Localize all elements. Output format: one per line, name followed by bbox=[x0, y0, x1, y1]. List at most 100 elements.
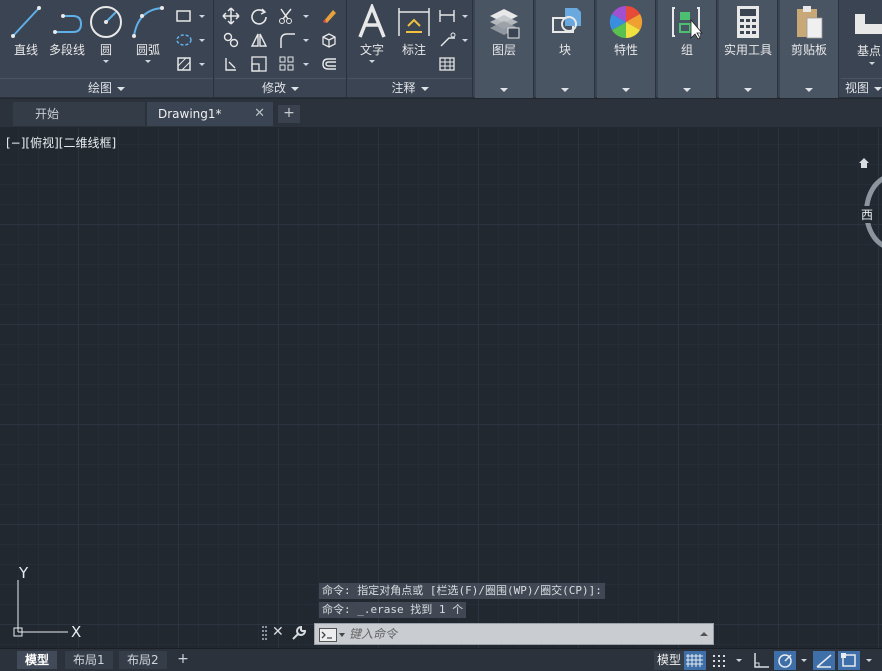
move-tool-button[interactable] bbox=[221, 6, 241, 26]
draw-panel: 直线 多段线 圆 圆弧 绘图 bbox=[0, 0, 214, 98]
chevron-down-icon[interactable] bbox=[339, 633, 345, 637]
mirror-tool-button[interactable] bbox=[249, 30, 269, 50]
stretch-tool-button[interactable] bbox=[221, 54, 241, 74]
drawing-canvas[interactable] bbox=[0, 128, 882, 648]
view-panel-title[interactable]: 视图 bbox=[845, 80, 882, 96]
modify-panel-title[interactable]: 修改 bbox=[215, 80, 346, 96]
leader-button[interactable] bbox=[437, 30, 457, 50]
terminal-icon[interactable] bbox=[319, 628, 337, 642]
array-tool-button[interactable] bbox=[277, 54, 297, 74]
chevron-down-icon[interactable] bbox=[303, 15, 309, 18]
grid-icon[interactable] bbox=[684, 651, 706, 670]
snap-icon[interactable] bbox=[710, 651, 730, 670]
chevron-down-icon[interactable] bbox=[199, 39, 205, 42]
chevron-down-icon[interactable] bbox=[145, 60, 151, 63]
chevron-down-icon[interactable] bbox=[866, 659, 872, 662]
linear-dimension-icon bbox=[439, 10, 455, 22]
isodraft-icon[interactable] bbox=[813, 651, 835, 670]
ucs-y-label: Y bbox=[18, 564, 29, 582]
chevron-down-icon[interactable] bbox=[869, 62, 875, 65]
offset-tool-button[interactable] bbox=[319, 54, 339, 74]
rotate-tool-button[interactable] bbox=[249, 6, 269, 26]
dimension-tool-label: 标注 bbox=[401, 43, 426, 57]
close-icon[interactable]: ✕ bbox=[254, 102, 265, 126]
tab-start[interactable]: 开始 bbox=[13, 102, 145, 126]
scale-tool-button[interactable] bbox=[249, 54, 269, 74]
ortho-icon[interactable] bbox=[750, 651, 772, 670]
circle-tool-label: 圆 bbox=[99, 43, 112, 57]
home-icon[interactable] bbox=[858, 157, 870, 169]
drag-handle-icon[interactable] bbox=[262, 625, 268, 643]
chevron-down-icon[interactable] bbox=[103, 60, 109, 63]
clipboard-icon bbox=[797, 6, 823, 39]
copy-tool-button[interactable] bbox=[221, 30, 241, 50]
utilities-panel-button[interactable]: 实用工具 bbox=[719, 0, 778, 98]
table-button[interactable] bbox=[437, 54, 457, 74]
polyline-tool-button[interactable]: 多段线 bbox=[46, 4, 88, 58]
eraser-icon bbox=[323, 10, 336, 23]
chevron-down-icon[interactable] bbox=[303, 39, 309, 42]
command-history-line: 命令: 指定对角点或 [栏选(F)/圈围(WP)/圈交(CP)]: bbox=[319, 583, 605, 599]
object-snap-icon[interactable] bbox=[838, 651, 860, 670]
viewport-controls-label[interactable]: [−][俯视][二维线框] bbox=[6, 134, 116, 151]
circle-tool-button[interactable]: 圆 bbox=[88, 4, 124, 63]
layout-tab-model[interactable]: 模型 bbox=[17, 651, 58, 669]
chevron-down-icon[interactable] bbox=[303, 63, 309, 66]
tab-drawing1[interactable]: Drawing1* ✕ bbox=[147, 102, 273, 126]
layout-tab-layout2[interactable]: 布局2 bbox=[119, 651, 167, 669]
status-bar: 模型 布局1 布局2 + 模型 bbox=[0, 648, 882, 671]
text-tool-button[interactable]: 文字 bbox=[354, 4, 390, 63]
chevron-down-icon[interactable] bbox=[801, 659, 807, 662]
line-tool-button[interactable]: 直线 bbox=[8, 4, 44, 58]
line-tool-label: 直线 bbox=[13, 43, 38, 57]
chevron-down-icon[interactable] bbox=[462, 15, 468, 18]
chevron-down-icon[interactable] bbox=[369, 60, 375, 63]
boundary-tool-button[interactable] bbox=[174, 54, 194, 74]
base-point-label[interactable]: 基点 bbox=[857, 42, 881, 59]
clipboard-panel-button[interactable]: 剪贴板 bbox=[780, 0, 839, 98]
chevron-down-icon bbox=[805, 88, 813, 92]
draw-panel-title[interactable]: 绘图 bbox=[0, 80, 213, 96]
chevron-down-icon bbox=[744, 88, 752, 92]
command-input[interactable] bbox=[349, 625, 689, 643]
model-space-button[interactable]: 模型 bbox=[654, 651, 685, 670]
rectangle-icon bbox=[176, 10, 191, 22]
hatch-tool-button[interactable] bbox=[174, 30, 194, 50]
group-panel-button[interactable]: 组 bbox=[658, 0, 717, 98]
block-panel-button[interactable]: 块 bbox=[536, 0, 595, 98]
close-icon[interactable]: ✕ bbox=[272, 624, 284, 640]
layers-panel-button[interactable]: 图层 bbox=[475, 0, 534, 98]
polar-tracking-icon[interactable] bbox=[774, 651, 796, 670]
layout-tab-layout1[interactable]: 布局1 bbox=[65, 651, 113, 669]
erase-tool-button[interactable] bbox=[319, 6, 339, 26]
chevron-down-icon[interactable] bbox=[736, 659, 742, 662]
copy-icon bbox=[223, 32, 239, 48]
polyline-icon bbox=[53, 14, 83, 34]
stretch-icon bbox=[225, 58, 236, 71]
ucs-axis-icon: Y X bbox=[13, 564, 81, 641]
annotation-panel: 文字 标注 注释 bbox=[348, 0, 473, 98]
annotation-panel-title[interactable]: 注释 bbox=[348, 80, 472, 96]
rectangle-tool-button[interactable] bbox=[174, 6, 194, 26]
layers-icon bbox=[490, 9, 520, 39]
arc-tool-label: 圆弧 bbox=[135, 43, 160, 57]
explode-tool-button[interactable] bbox=[319, 30, 339, 50]
chevron-down-icon bbox=[420, 86, 429, 91]
chevron-up-icon[interactable] bbox=[700, 632, 708, 636]
properties-panel-button[interactable]: 特性 bbox=[597, 0, 656, 98]
linear-dimension-button[interactable] bbox=[437, 6, 457, 26]
array-icon bbox=[279, 56, 294, 71]
new-tab-button[interactable]: + bbox=[278, 105, 300, 123]
base-view-icon bbox=[855, 14, 882, 34]
chevron-down-icon[interactable] bbox=[199, 15, 205, 18]
add-layout-button[interactable]: + bbox=[174, 651, 192, 669]
viewcube-west-label[interactable]: 西 bbox=[861, 206, 874, 223]
wrench-icon[interactable] bbox=[291, 625, 307, 641]
chevron-down-icon[interactable] bbox=[199, 63, 205, 66]
trim-tool-button[interactable] bbox=[277, 6, 297, 26]
arc-tool-button[interactable]: 圆弧 bbox=[130, 4, 166, 63]
scale-icon bbox=[251, 56, 267, 72]
dimension-tool-button[interactable]: 标注 bbox=[396, 4, 432, 58]
fillet-tool-button[interactable] bbox=[277, 30, 297, 50]
chevron-down-icon[interactable] bbox=[462, 39, 468, 42]
